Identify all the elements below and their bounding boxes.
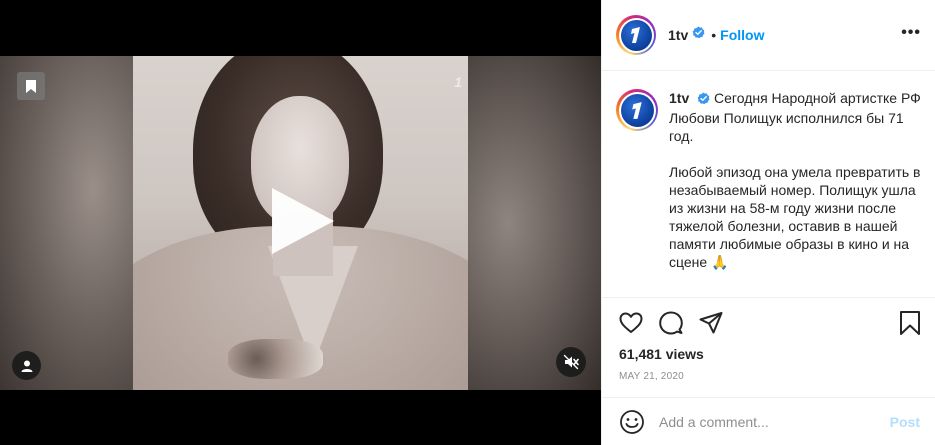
- verified-badge-icon: [692, 26, 705, 44]
- video-blur-left: [0, 56, 133, 390]
- view-count[interactable]: 61,481 views: [619, 346, 704, 362]
- channel-one-logo-icon: [620, 93, 654, 127]
- bookmark-icon[interactable]: [898, 310, 926, 338]
- heart-icon[interactable]: [618, 310, 646, 338]
- comment-input[interactable]: [659, 413, 879, 430]
- play-icon[interactable]: [272, 188, 334, 254]
- video-blur-right: [468, 56, 601, 390]
- caption-text-2: Любой эпизод она умела превратить в неза…: [669, 164, 921, 270]
- emoji-smile-icon[interactable]: [619, 409, 645, 435]
- comment-bar: Post: [602, 397, 935, 445]
- caption-username[interactable]: 1tv: [669, 90, 689, 106]
- muted-speaker-icon[interactable]: [556, 347, 586, 377]
- post-caption: 1tv Сегодня Народной артистке РФ Любови …: [669, 89, 921, 297]
- action-bar: [602, 310, 935, 340]
- username-link[interactable]: 1tv: [668, 27, 688, 43]
- post-date[interactable]: MAY 21, 2020: [619, 371, 684, 382]
- post-comment-button[interactable]: Post: [890, 414, 920, 430]
- post-sidebar: 1tv • Follow ••• 1tv Сегодня Народной ар…: [601, 0, 935, 445]
- caption-avatar[interactable]: [616, 89, 658, 131]
- post-header: 1tv • Follow •••: [602, 0, 935, 71]
- follow-button[interactable]: Follow: [720, 27, 764, 43]
- user-tag-icon[interactable]: [12, 351, 41, 380]
- channel-watermark: 1: [454, 74, 462, 90]
- collection-bookmark-icon[interactable]: [17, 72, 45, 100]
- separator-dot: •: [711, 27, 717, 43]
- more-options-icon[interactable]: •••: [901, 24, 921, 42]
- channel-one-logo-icon: [620, 19, 652, 51]
- paper-plane-icon[interactable]: [698, 310, 726, 338]
- post-media[interactable]: 1: [0, 0, 601, 445]
- comment-icon[interactable]: [658, 310, 686, 338]
- verified-badge-icon: [697, 91, 710, 109]
- avatar[interactable]: [616, 15, 656, 55]
- caption-area: 1tv Сегодня Народной артистке РФ Любови …: [602, 72, 935, 298]
